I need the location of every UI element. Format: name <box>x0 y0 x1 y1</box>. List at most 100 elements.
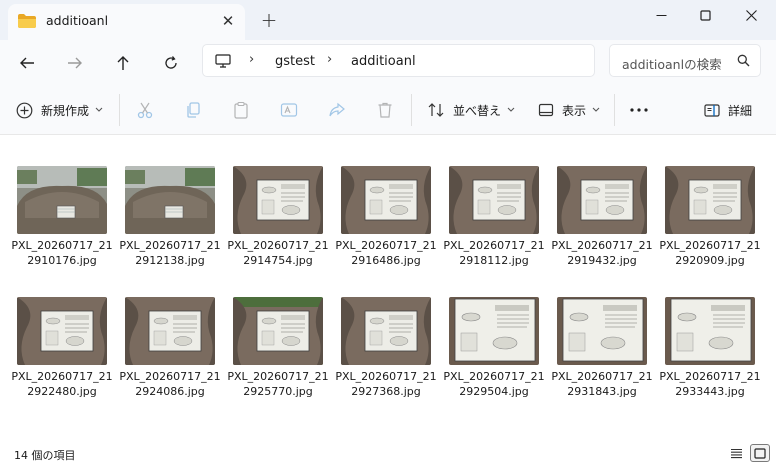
status-bar: 14 個の項目 <box>0 441 776 465</box>
file-name: PXL_20260717_212933443.jpg <box>659 370 761 398</box>
image-thumbnail <box>665 297 755 365</box>
image-thumbnail <box>449 166 539 234</box>
file-item[interactable]: PXL_20260717_212920909.jpg <box>658 166 762 286</box>
view-layout-icon <box>538 103 554 117</box>
tab-additioanl[interactable]: additioanl ✕ <box>8 4 245 40</box>
image-thumbnail <box>665 166 755 234</box>
computer-icon <box>215 54 231 68</box>
file-item[interactable]: PXL_20260717_212929504.jpg <box>442 297 546 417</box>
details-pane-icon <box>704 103 720 117</box>
thumbnail-view-icon[interactable] <box>750 444 770 462</box>
details-view-icon[interactable] <box>726 444 746 462</box>
scissors-icon <box>137 102 153 119</box>
more-options-button[interactable] <box>630 97 648 123</box>
sort-button[interactable]: 並べ替え <box>428 97 515 123</box>
refresh-icon[interactable] <box>156 48 186 78</box>
file-grid: PXL_20260717_212910176.jpg PXL_20260717_2… <box>0 136 776 441</box>
divider <box>119 94 120 126</box>
rename-icon <box>280 103 298 117</box>
file-item[interactable]: PXL_20260717_212927368.jpg <box>334 297 438 417</box>
chevron-down-icon <box>507 107 515 112</box>
file-item[interactable]: PXL_20260717_212912138.jpg <box>118 166 222 286</box>
image-thumbnail <box>557 166 647 234</box>
image-thumbnail <box>233 297 323 365</box>
share-icon <box>329 102 345 117</box>
image-thumbnail <box>449 297 539 365</box>
image-thumbnail <box>17 166 107 234</box>
tab-close-icon[interactable]: ✕ <box>219 12 237 30</box>
file-item[interactable]: PXL_20260717_212933443.jpg <box>658 297 762 417</box>
chevron-right-icon[interactable]: › <box>327 52 332 67</box>
search-input[interactable]: additioanlの検索 <box>622 54 734 73</box>
sort-button-label: 並べ替え <box>453 103 502 118</box>
up-arrow-icon[interactable] <box>108 48 138 78</box>
details-button-label: 詳細 <box>728 103 753 118</box>
file-item[interactable]: PXL_20260717_212916486.jpg <box>334 166 438 286</box>
file-item[interactable]: PXL_20260717_212914754.jpg <box>226 166 330 286</box>
file-item[interactable]: PXL_20260717_212924086.jpg <box>118 297 222 417</box>
image-thumbnail <box>125 297 215 365</box>
new-tab-icon[interactable]: + <box>258 10 280 32</box>
item-count: 14 個の項目 <box>14 449 76 462</box>
file-name: PXL_20260717_212912138.jpg <box>119 239 221 267</box>
file-name: PXL_20260717_212918112.jpg <box>443 239 545 267</box>
file-name: PXL_20260717_212920909.jpg <box>659 239 761 267</box>
folder-icon <box>18 14 36 28</box>
command-bar: 新規作成 並べ替え 表示 詳細 <box>0 85 776 135</box>
rename-button[interactable] <box>280 97 298 123</box>
divider <box>614 94 615 126</box>
file-item[interactable]: PXL_20260717_212910176.jpg <box>10 166 114 286</box>
details-button[interactable]: 詳細 <box>704 97 752 123</box>
forward-arrow-icon[interactable] <box>60 48 90 78</box>
file-name: PXL_20260717_212914754.jpg <box>227 239 329 267</box>
minimize-icon[interactable] <box>638 0 684 30</box>
chevron-right-icon[interactable]: › <box>249 52 254 67</box>
image-thumbnail <box>341 297 431 365</box>
share-button[interactable] <box>328 97 346 123</box>
file-name: PXL_20260717_212919432.jpg <box>551 239 653 267</box>
file-name: PXL_20260717_212922480.jpg <box>11 370 113 398</box>
close-window-icon[interactable] <box>728 0 774 30</box>
tab-title: additioanl <box>46 13 109 28</box>
file-name: PXL_20260717_212929504.jpg <box>443 370 545 398</box>
file-name: PXL_20260717_212927368.jpg <box>335 370 437 398</box>
file-name: PXL_20260717_212931843.jpg <box>551 370 653 398</box>
file-item[interactable]: PXL_20260717_212919432.jpg <box>550 166 654 286</box>
more-dots-icon <box>630 108 648 112</box>
title-bar: additioanl ✕ + <box>0 0 776 40</box>
file-item[interactable]: PXL_20260717_212925770.jpg <box>226 297 330 417</box>
image-thumbnail <box>17 297 107 365</box>
paste-button[interactable] <box>232 97 250 123</box>
breadcrumb-additioanl[interactable]: additioanl <box>351 54 416 69</box>
delete-button[interactable] <box>376 97 394 123</box>
clipboard-icon <box>234 101 248 119</box>
back-arrow-icon[interactable] <box>12 48 42 78</box>
image-thumbnail <box>557 297 647 365</box>
copy-button[interactable] <box>184 97 202 123</box>
new-button[interactable]: 新規作成 <box>16 97 103 123</box>
chevron-down-icon <box>592 107 600 112</box>
view-button[interactable]: 表示 <box>538 97 600 123</box>
file-item[interactable]: PXL_20260717_212918112.jpg <box>442 166 546 286</box>
image-thumbnail <box>341 166 431 234</box>
file-item[interactable]: PXL_20260717_212931843.jpg <box>550 297 654 417</box>
chevron-down-icon <box>95 107 103 112</box>
file-name: PXL_20260717_212925770.jpg <box>227 370 329 398</box>
file-item[interactable]: PXL_20260717_212922480.jpg <box>10 297 114 417</box>
new-button-label: 新規作成 <box>41 103 90 118</box>
add-circle-icon <box>16 102 33 118</box>
address-bar[interactable]: › gstest › additioanl <box>202 44 595 77</box>
copy-icon <box>187 102 200 118</box>
search-box[interactable]: additioanlの検索 <box>609 44 761 77</box>
maximize-icon[interactable] <box>682 0 728 30</box>
sort-arrows-icon <box>428 103 444 117</box>
image-thumbnail <box>125 166 215 234</box>
image-thumbnail <box>233 166 323 234</box>
cut-button[interactable] <box>136 97 154 123</box>
navigation-bar: › gstest › additioanl additioanlの検索 <box>0 40 776 85</box>
view-button-label: 表示 <box>562 103 587 118</box>
file-name: PXL_20260717_212924086.jpg <box>119 370 221 398</box>
breadcrumb-gstest[interactable]: gstest <box>275 54 315 69</box>
file-name: PXL_20260717_212910176.jpg <box>11 239 113 267</box>
trash-icon <box>378 102 392 118</box>
